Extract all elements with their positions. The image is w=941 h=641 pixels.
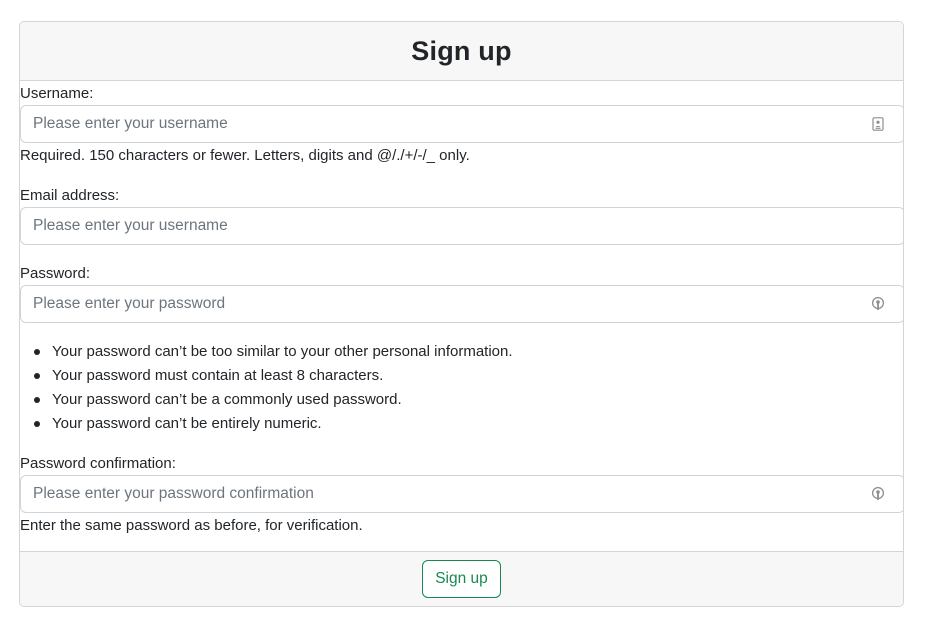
password-manager-key-icon[interactable] (871, 297, 885, 311)
username-help: Required. 150 characters or fewer. Lette… (20, 147, 470, 164)
email-input[interactable] (21, 208, 841, 244)
password-input[interactable] (21, 286, 841, 322)
password-field[interactable] (20, 285, 903, 323)
contact-card-icon[interactable] (871, 117, 885, 131)
card-header: Sign up (20, 22, 903, 81)
password-confirmation-field[interactable] (20, 475, 903, 513)
password-label: Password: (20, 265, 91, 282)
password-rule: Your password must contain at least 8 ch… (34, 364, 513, 388)
card-footer: Sign up (20, 551, 903, 606)
signup-card: Sign up Username: Required. 150 characte… (19, 21, 904, 607)
password-rule: Your password can’t be a commonly used p… (34, 388, 513, 412)
password-confirmation-label: Password confirmation: (20, 455, 176, 472)
password-manager-key-icon[interactable] (871, 487, 885, 501)
username-input[interactable] (21, 106, 841, 142)
password-rule: Your password can’t be entirely numeric. (34, 412, 513, 436)
page-title: Sign up (411, 35, 512, 66)
email-label: Email address: (20, 187, 120, 204)
password-rule: Your password can’t be too similar to yo… (34, 340, 513, 364)
sign-up-button[interactable]: Sign up (422, 560, 501, 598)
email-field[interactable] (20, 207, 903, 245)
username-label: Username: (20, 85, 94, 102)
password-rules-list: Your password can’t be too similar to yo… (20, 340, 513, 436)
password-confirmation-input[interactable] (21, 476, 841, 512)
signup-form: Username: Required. 150 characters or fe… (20, 81, 903, 553)
username-field[interactable] (20, 105, 903, 143)
password-rules: Your password can’t be too similar to yo… (20, 340, 903, 440)
password-confirmation-help: Enter the same password as before, for v… (20, 517, 363, 534)
